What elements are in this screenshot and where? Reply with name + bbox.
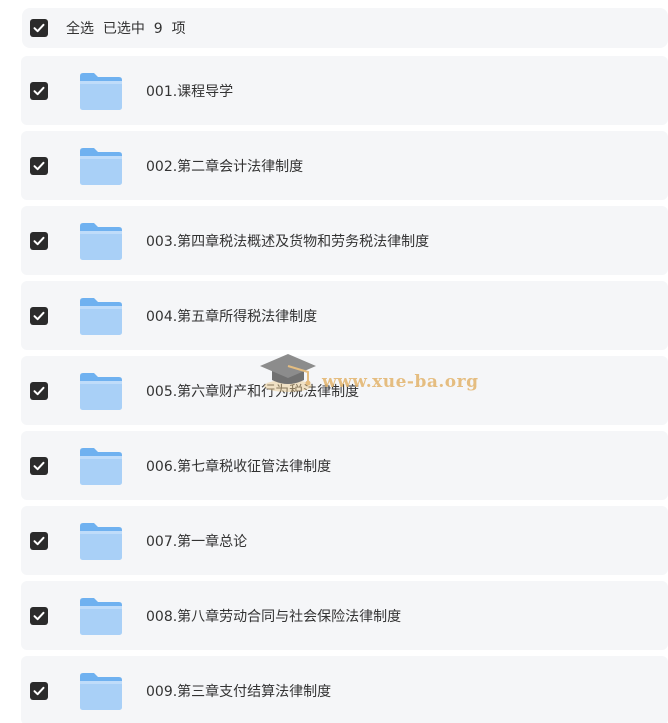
checkmark-icon: [33, 86, 45, 95]
row-checkbox[interactable]: [30, 156, 48, 175]
folder-name: 004.第五章所得税法律制度: [146, 308, 318, 325]
file-selection-page: 全选 已选中 9 项 001.课程导学 002.第二章会计法律制度 003.第四章税…: [0, 0, 668, 723]
folder-icon: [80, 147, 122, 185]
row-checkbox[interactable]: [30, 456, 48, 475]
folder-row[interactable]: 009.第三章支付结算法律制度: [21, 656, 668, 723]
folder-list: 001.课程导学 002.第二章会计法律制度 003.第四章税法概述及货物和劳务税法…: [21, 56, 668, 723]
folder-icon: [80, 372, 122, 410]
folder-row[interactable]: 001.课程导学: [21, 56, 668, 125]
folder-icon: [80, 672, 122, 710]
row-checkbox[interactable]: [30, 81, 48, 100]
checkmark-icon: [33, 686, 45, 695]
folder-icon: [80, 522, 122, 560]
checkmark-icon: [33, 311, 45, 320]
folder-name: 005.第六章财产和行为税法律制度: [146, 383, 360, 400]
folder-icon: [80, 72, 122, 110]
folder-name: 006.第七章税收征管法律制度: [146, 458, 332, 475]
select-all-checkbox[interactable]: [30, 19, 48, 37]
folder-name: 002.第二章会计法律制度: [146, 158, 304, 175]
row-checkbox[interactable]: [30, 531, 48, 550]
folder-icon: [80, 297, 122, 335]
row-checkbox[interactable]: [30, 606, 48, 625]
folder-icon: [80, 597, 122, 635]
folder-name: 008.第八章劳动合同与社会保险法律制度: [146, 608, 402, 625]
row-checkbox[interactable]: [30, 231, 48, 250]
row-checkbox[interactable]: [30, 681, 48, 700]
folder-row[interactable]: 005.第六章财产和行为税法律制度: [21, 356, 668, 425]
folder-icon: [80, 222, 122, 260]
checkmark-icon: [33, 23, 45, 33]
folder-icon: [80, 447, 122, 485]
folder-row[interactable]: 002.第二章会计法律制度: [21, 131, 668, 200]
folder-row[interactable]: 007.第一章总论: [21, 506, 668, 575]
checkmark-icon: [33, 386, 45, 395]
checkmark-icon: [33, 536, 45, 545]
folder-name: 003.第四章税法概述及货物和劳务税法律制度: [146, 233, 430, 250]
folder-name: 009.第三章支付结算法律制度: [146, 683, 332, 700]
folder-name: 007.第一章总论: [146, 533, 248, 550]
folder-row[interactable]: 003.第四章税法概述及货物和劳务税法律制度: [21, 206, 668, 275]
row-checkbox[interactable]: [30, 306, 48, 325]
select-all-bar: 全选 已选中 9 项: [22, 8, 668, 48]
folder-row[interactable]: 006.第七章税收征管法律制度: [21, 431, 668, 500]
selection-count-label: 全选 已选中 9 项: [66, 21, 186, 37]
folder-row[interactable]: 004.第五章所得税法律制度: [21, 281, 668, 350]
checkmark-icon: [33, 236, 45, 245]
checkmark-icon: [33, 461, 45, 470]
row-checkbox[interactable]: [30, 381, 48, 400]
folder-name: 001.课程导学: [146, 83, 234, 100]
checkmark-icon: [33, 611, 45, 620]
folder-row[interactable]: 008.第八章劳动合同与社会保险法律制度: [21, 581, 668, 650]
checkmark-icon: [33, 161, 45, 170]
